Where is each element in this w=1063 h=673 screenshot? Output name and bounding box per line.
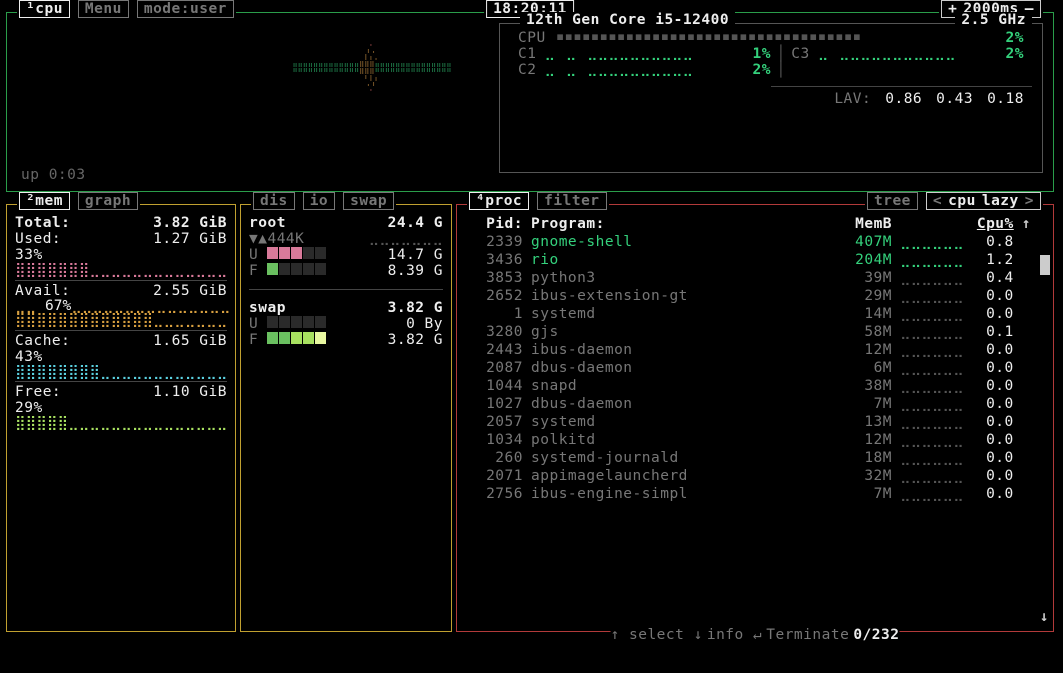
arrow-up-icon: ↑ xyxy=(611,627,620,643)
mem-panel: ²mem graph Total:3.82 GiB Used:1.27 GiB … xyxy=(6,204,236,632)
disk-io-rate: ▼▲444K xyxy=(249,231,304,247)
table-row[interactable]: 2087dbus-daemon6M⣀⣀⣀⣀⣀⣀0.0 xyxy=(467,359,1035,377)
cpu-overall-row: CPU ▪▪▪▪▪▪▪▪▪▪▪▪▪▪▪▪▪▪▪▪▪▪▪▪▪▪▪▪▪▪▪▪▪▪▪ … xyxy=(510,30,1032,46)
table-row[interactable]: 2057systemd13M⣀⣀⣀⣀⣀⣀0.0 xyxy=(467,413,1035,431)
cpu-overall-bar: ▪▪▪▪▪▪▪▪▪▪▪▪▪▪▪▪▪▪▪▪▪▪▪▪▪▪▪▪▪▪▪▪▪▪▪ xyxy=(546,30,1006,46)
enter-icon: ↵ xyxy=(753,627,762,643)
tab-mem[interactable]: ²mem xyxy=(19,192,70,210)
arrow-down-icon: ↓ xyxy=(694,627,703,643)
sort-next-icon[interactable]: > xyxy=(1025,193,1034,209)
tab-tree[interactable]: tree xyxy=(867,192,918,210)
sort-control[interactable]: < cpu lazy > xyxy=(926,192,1041,210)
tab-cpu[interactable]: ¹cpu xyxy=(19,0,70,18)
cpu-model: 12th Gen Core i5-12400 xyxy=(520,12,735,28)
table-row[interactable]: 1034polkitd12M⣀⣀⣀⣀⣀⣀0.0 xyxy=(467,431,1035,449)
scroll-down-icon[interactable]: ↓ xyxy=(1040,609,1049,625)
table-header[interactable]: Pid: Program: MemB Cpu% ↑ xyxy=(467,215,1035,233)
sort-prev-icon[interactable]: < xyxy=(933,193,942,209)
sort-asc-icon[interactable]: ↑ xyxy=(1018,215,1035,233)
proc-panel: ⁴proc filter tree < cpu lazy > Pid: Prog… xyxy=(456,204,1054,632)
table-row[interactable]: 3853python339M⣀⣀⣀⣀⣀⣀0.4 xyxy=(467,269,1035,287)
tab-io[interactable]: io xyxy=(303,192,335,210)
cpu-freq: 2.5 GHz xyxy=(955,12,1032,28)
mem-free-bar: ⣿⣿⣿⣿⣿⣀⣀⣀⣀⣀⣀⣀⣀⣀⣀⣀⣀⣀⣀⣀ xyxy=(7,416,235,431)
tab-swap[interactable]: swap xyxy=(343,192,394,210)
footer-select[interactable]: ↑ select ↓ xyxy=(611,627,703,643)
tab-disk[interactable]: dis xyxy=(253,192,295,210)
cpu-core-row-2: C2 ⣀⠀⣀⠀⣀⣀⣀⣀⣀⣀⣀⣀⣀⣀ 2% │ xyxy=(510,62,1032,78)
disk-panel: dis io swap root24.4 G ▼▲444K⣀⣀⣀⣀⣀⣀⣀ U 1… xyxy=(240,204,452,632)
tab-graph[interactable]: graph xyxy=(78,192,138,210)
process-table[interactable]: Pid: Program: MemB Cpu% ↑ 2339gnome-shel… xyxy=(467,215,1035,503)
footer-info[interactable]: info ↵ xyxy=(707,627,762,643)
table-row[interactable]: 3436rio204M⣀⣀⣀⣀⣀⣀1.2 xyxy=(467,251,1035,269)
table-row[interactable]: 2339gnome-shell407M⣀⣀⣀⣀⣀⣀0.8 xyxy=(467,233,1035,251)
footer-terminate[interactable]: Terminate xyxy=(766,627,849,643)
table-row[interactable]: 2652ibus-extension-gt29M⣀⣀⣀⣀⣀⣀0.0 xyxy=(467,287,1035,305)
tab-proc[interactable]: ⁴proc xyxy=(469,192,529,210)
table-row[interactable]: 2071appimagelauncherd32M⣀⣀⣀⣀⣀⣀0.0 xyxy=(467,467,1035,485)
cpu-activity-chart: ⠄ ⠆⠄ ⠇⠆⠄ ⠶⠶⠶⠶⠶⠶⠶⠶⠶⠶⠶⠶⠶⠿⠿⠿⠶⠶⠶⠶⠶⠶⠶⠶⠶⠶⠶⠶⠶⠶⠶… xyxy=(247,21,497,181)
load-average: LAV: 0.86 0.43 0.18 xyxy=(510,91,1032,107)
tab-menu[interactable]: Menu xyxy=(78,0,129,18)
scrollbar-thumb[interactable] xyxy=(1040,255,1050,275)
table-row[interactable]: 2756ibus-engine-simpl7M⣀⣀⣀⣀⣀⣀0.0 xyxy=(467,485,1035,503)
mem-cache-bar: ⣿⣿⣿⣿⣿⣿⣿⣿⣀⣀⣀⣀⣀⣀⣀⣀⣀⣀⣀⣀ xyxy=(7,365,235,380)
mem-used-bar: ⣿⣿⣿⣿⣿⣿⣿⣀⣀⣀⣀⣀⣀⣀⣀⣀⣀⣀⣀⣀ xyxy=(7,263,235,278)
uptime-label: up 0:03 xyxy=(21,167,86,183)
footer-count: 0/232 xyxy=(853,627,899,643)
cpu-detail-box: 12th Gen Core i5-12400 2.5 GHz CPU ▪▪▪▪▪… xyxy=(499,23,1043,173)
mem-avail-bar: ⣀⣀ 67%⣀⣀⣀⣀⣀⣀⣀⣀⣀⣀⣀⣀⣀⣀⣀ xyxy=(7,299,235,314)
table-row[interactable]: 1044snapd38M⣀⣀⣀⣀⣀⣀0.0 xyxy=(467,377,1035,395)
table-row[interactable]: 2443ibus-daemon12M⣀⣀⣀⣀⣀⣀0.0 xyxy=(467,341,1035,359)
table-row[interactable]: 3280gjs58M⣀⣀⣀⣀⣀⣀0.1 xyxy=(467,323,1035,341)
table-row[interactable]: 260systemd-journald18M⣀⣀⣀⣀⣀⣀0.0 xyxy=(467,449,1035,467)
tab-mode[interactable]: mode:user xyxy=(137,0,234,18)
cpu-panel: ¹cpu Menu mode:user 18:20:11 + 2000ms – … xyxy=(6,12,1054,192)
table-row[interactable]: 1systemd14M⣀⣀⣀⣀⣀⣀0.0 xyxy=(467,305,1035,323)
tab-filter[interactable]: filter xyxy=(537,192,606,210)
table-row[interactable]: 1027dbus-daemon7M⣀⣀⣀⣀⣀⣀0.0 xyxy=(467,395,1035,413)
cpu-core-row-1: C1 ⣀⠀⣀⠀⣀⣀⣀⣀⣀⣀⣀⣀⣀⣀ 1% │ C3 ⣀⠀⣀⣀⣀⣀⣀⣀⣀⣀⣀⣀⣀ … xyxy=(510,46,1032,62)
